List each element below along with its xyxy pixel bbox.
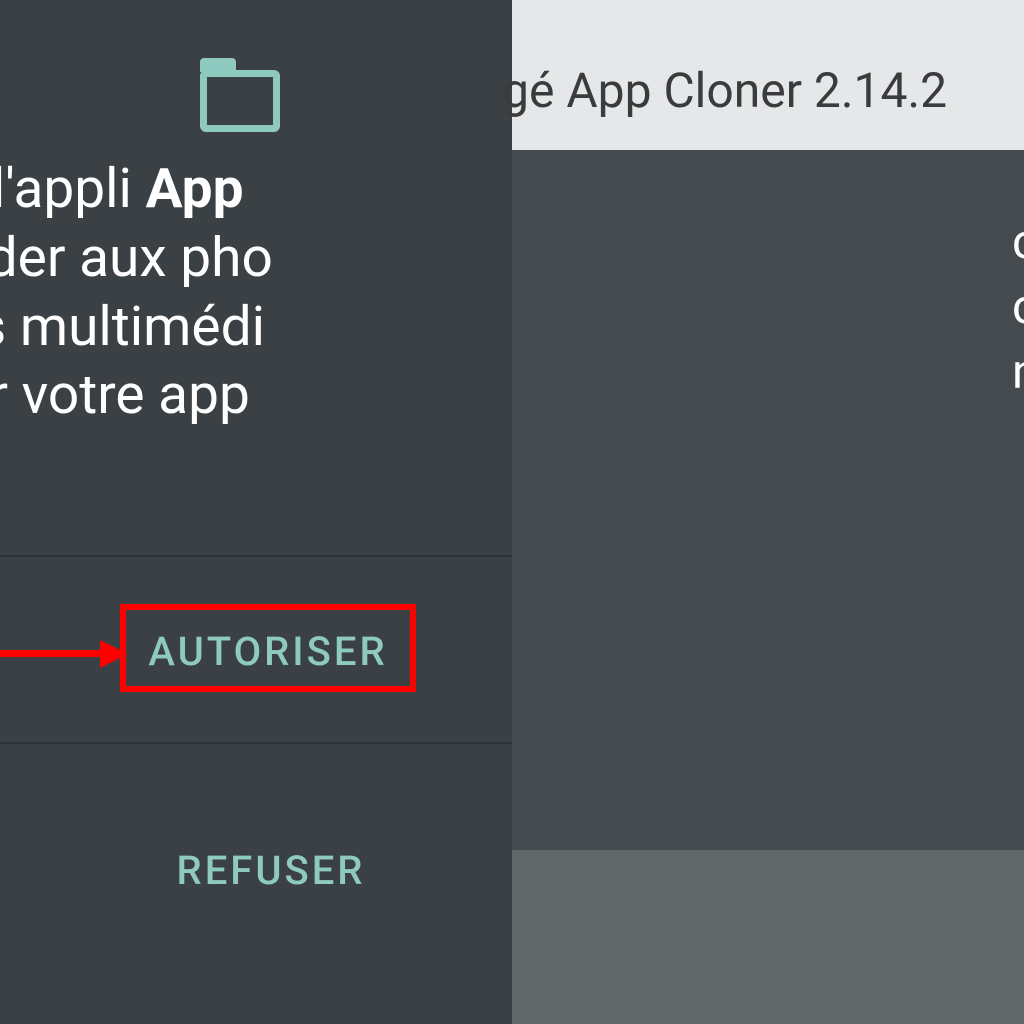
permission-dialog-panel: riser l'appli App accéder aux pho tenus … xyxy=(0,0,512,1024)
perm-line1b: App xyxy=(146,157,244,221)
right-top-bar: gé App Cloner 2.14.2 xyxy=(512,0,1024,150)
deny-button[interactable]: REFUSER xyxy=(166,847,376,894)
perm-line4: rs sur votre app xyxy=(0,363,250,427)
app-title-partial: gé App Cloner 2.14.2 xyxy=(502,62,947,119)
divider-top xyxy=(0,555,512,557)
arrow-shaft-left xyxy=(0,650,100,657)
install-message: curité, l'installation connues provenant… xyxy=(1012,210,1024,404)
allow-button[interactable]: AUTORISER xyxy=(140,628,396,675)
install-line3: n'est pas autorisée xyxy=(1012,343,1024,400)
folder-icon xyxy=(200,70,280,132)
install-line1: curité, l'installation xyxy=(1012,213,1024,270)
right-bottom-area xyxy=(512,850,1024,1024)
permission-message: riser l'appli App accéder aux pho tenus … xyxy=(0,155,273,430)
perm-line2: accéder aux pho xyxy=(0,226,273,290)
install-line2: connues provenant xyxy=(1012,278,1024,335)
install-blocked-panel: gé App Cloner 2.14.2 curité, l'installat… xyxy=(512,0,1024,1024)
divider-bottom xyxy=(0,742,512,744)
perm-line1a: riser l'appli xyxy=(0,157,146,221)
install-dialog-body xyxy=(512,150,1024,850)
perm-line3: tenus multimédi xyxy=(0,295,265,359)
